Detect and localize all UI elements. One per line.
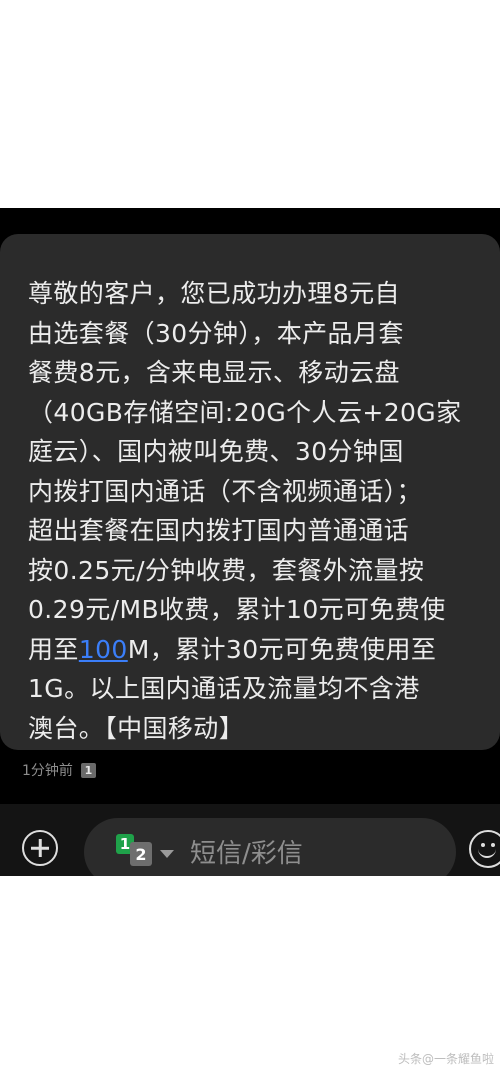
composer-bar: 1 2 bbox=[0, 804, 500, 876]
add-attachment-button[interactable] bbox=[22, 830, 58, 866]
message-line: 内拨打国内通话（不含视频通话）； bbox=[28, 476, 422, 506]
message-text: 尊敬的客户，您已成功办理8元自 由选套餐（30分钟），本产品月套 餐费8元，含来… bbox=[28, 274, 468, 748]
message-line: 庭云）、国内被叫免费、30分钟国 bbox=[28, 437, 404, 466]
message-line: 超出套餐在国内拨打国内普通通话 bbox=[28, 516, 410, 545]
message-line: 澳台。【中国移动】 bbox=[28, 713, 245, 743]
message-line: 餐费8元，含来电显示、移动云盘 bbox=[28, 358, 400, 387]
message-line: （40GB存储空间:20G个人云+20G家 bbox=[28, 397, 462, 427]
sim-select-chevron-icon[interactable] bbox=[160, 850, 174, 858]
message-line: 1G。以上国内通话及流量均不含港 bbox=[28, 674, 420, 703]
message-line: 按0.25元/分钟收费，套餐外流量按 bbox=[28, 555, 425, 585]
messaging-screen: 尊敬的客户，您已成功办理8元自 由选套餐（30分钟），本产品月套 餐费8元，含来… bbox=[0, 208, 500, 876]
watermark: 头条@一条耀鱼啦 bbox=[398, 1052, 495, 1066]
message-bubble[interactable]: 尊敬的客户，您已成功办理8元自 由选套餐（30分钟），本产品月套 餐费8元，含来… bbox=[0, 234, 500, 750]
sim-card-icon: 1 bbox=[80, 762, 96, 778]
message-line: 0.29元/MB收费，累计10元可免费使 bbox=[28, 595, 446, 624]
emoji-mouth bbox=[478, 847, 496, 858]
composer-input-container[interactable]: 1 2 bbox=[84, 818, 456, 876]
message-line-part: 用至 bbox=[28, 634, 79, 664]
data-link[interactable]: 100 bbox=[79, 635, 128, 664]
message-line: 由选套餐（30分钟），本产品月套 bbox=[28, 318, 404, 348]
emoji-button[interactable] bbox=[469, 830, 500, 868]
message-meta: 1分钟前 1 bbox=[22, 760, 96, 780]
message-line-with-link: 用至100M，累计30元可免费使用至 bbox=[28, 630, 468, 670]
sim2-icon[interactable]: 2 bbox=[130, 842, 152, 866]
message-line-part: M，累计30元可免费使用至 bbox=[127, 634, 437, 664]
message-input[interactable] bbox=[190, 836, 430, 872]
message-timestamp: 1分钟前 bbox=[22, 763, 73, 779]
message-line: 尊敬的客户，您已成功办理8元自 bbox=[28, 279, 400, 308]
